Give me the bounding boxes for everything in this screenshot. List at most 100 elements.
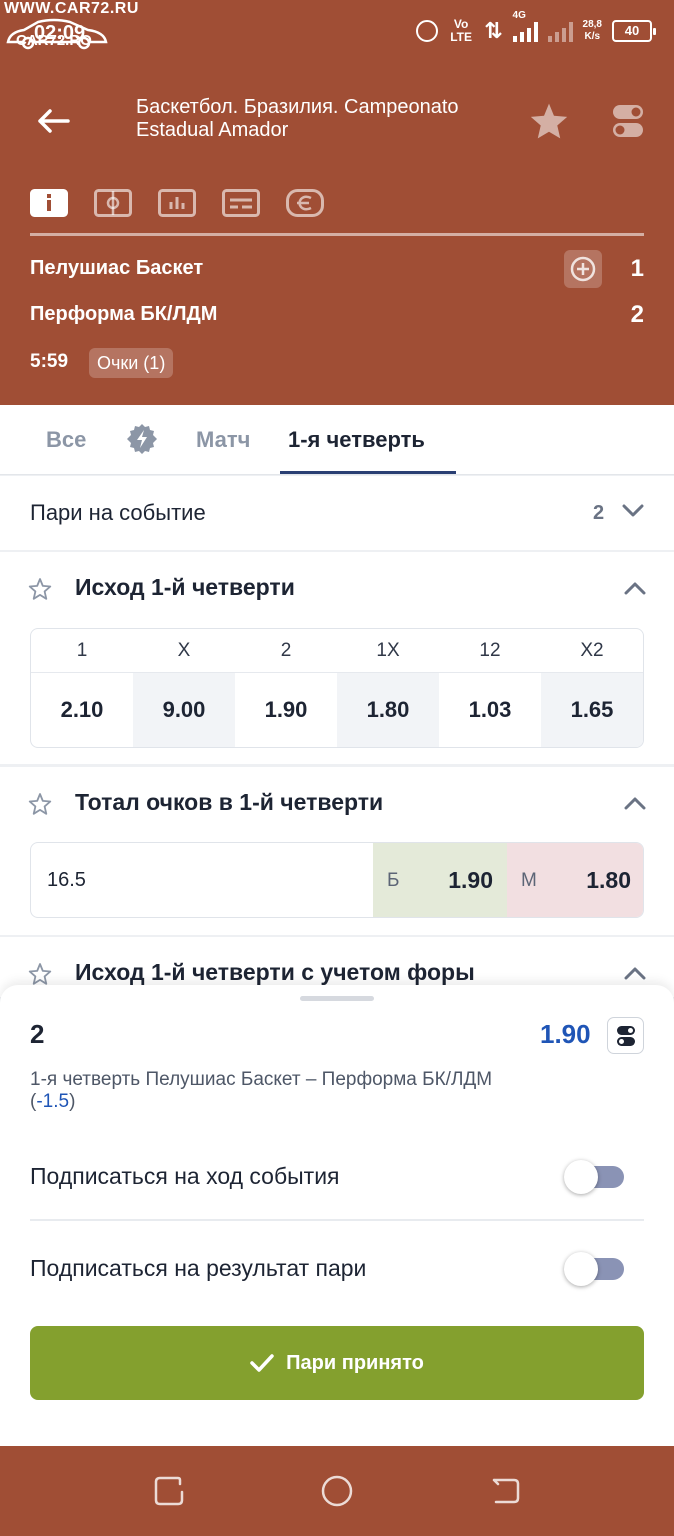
- chevron-down-icon: [622, 504, 644, 517]
- star-outline-icon[interactable]: [28, 577, 52, 601]
- subscribe-result-row: Подписаться на результат пари: [30, 1239, 644, 1299]
- handicap-value: -1.5: [36, 1091, 70, 1112]
- event-bets-row[interactable]: Пари на событие 2: [0, 476, 674, 550]
- odds-label: 2: [235, 629, 337, 673]
- odds-label: 12: [439, 629, 541, 673]
- tab-match[interactable]: Матч: [196, 427, 250, 453]
- team-away: Перформа БК/ЛДМ: [30, 303, 218, 325]
- team-home: Пелушиас Баскет: [30, 257, 204, 279]
- market-quarter-outcome: Исход 1-й четверти 1 2.10 X 9.00 2 1.90 …: [0, 552, 674, 764]
- bet-description-text: 1-я четверть Пелушиас Баскет – Перформа …: [30, 1069, 493, 1090]
- favorite-button[interactable]: [526, 98, 572, 144]
- net-type-label: 4G: [512, 10, 526, 21]
- handicap-close: ): [69, 1091, 76, 1112]
- subscribe-result-switch[interactable]: [564, 1252, 624, 1286]
- odds-cell-1[interactable]: 1 2.10: [31, 629, 133, 747]
- selected-odds: 1.90: [540, 1019, 591, 1049]
- header-divider: [30, 233, 644, 236]
- star-outline-icon[interactable]: [28, 962, 52, 986]
- score-home: 1: [630, 255, 644, 282]
- event-bets-count: 2: [593, 502, 605, 524]
- over-label: Б: [387, 870, 400, 891]
- volte-icon: Vo LTE: [450, 17, 472, 44]
- bet-settings-button[interactable]: [607, 1017, 644, 1054]
- toggles-icon: [616, 1025, 635, 1046]
- tab-all[interactable]: Все: [46, 427, 86, 453]
- lineup-icon: [222, 189, 260, 217]
- speed-value: 28,8: [582, 19, 602, 30]
- chevron-up-icon[interactable]: [624, 796, 646, 810]
- stats-icon: [158, 189, 196, 217]
- total-over-button[interactable]: Б 1.90: [373, 843, 507, 917]
- bet-accepted-button[interactable]: Пари принято: [30, 1326, 644, 1400]
- sheet-grabber[interactable]: [300, 996, 374, 1001]
- score-away: 2: [630, 301, 644, 328]
- system-nav-bar: [0, 1446, 674, 1536]
- settings-toggle-button[interactable]: [606, 100, 650, 142]
- odds-cell-x[interactable]: X 9.00: [133, 629, 235, 747]
- outcome-odds-grid: 1 2.10 X 9.00 2 1.90 1X 1.80 12 1.03 X2 …: [30, 628, 644, 748]
- odds-cell-12[interactable]: 12 1.03: [439, 629, 541, 747]
- divider: [30, 1219, 644, 1221]
- checkmark-icon: [250, 1354, 274, 1372]
- odds-value: 1.03: [468, 697, 512, 722]
- odds-label: 1: [31, 629, 133, 673]
- page-title: Баскетбол. Бразилия. Campeonato Estadual…: [136, 96, 459, 141]
- back-nav-icon[interactable]: [488, 1474, 522, 1508]
- bet-description: 1-я четверть Пелушиас Баскет – Перформа …: [30, 1069, 630, 1113]
- market-tabs: Все Матч 1-я четверть: [0, 405, 674, 475]
- status-bar: WWW.CAR72.RU 02:09 CAR72.RO Vo LTE ⇅ 4G …: [0, 0, 674, 66]
- odds-cell-2[interactable]: 2 1.90: [235, 629, 337, 747]
- signal-icon-2: [547, 20, 573, 42]
- home-icon[interactable]: [320, 1474, 354, 1508]
- subscribe-event-switch[interactable]: [564, 1160, 624, 1194]
- subscribe-event-label: Подписаться на ход события: [30, 1163, 340, 1189]
- odds-value: 1.65: [541, 673, 643, 747]
- odds-value: 1.80: [337, 673, 439, 747]
- tab-euro[interactable]: [286, 184, 324, 222]
- data-transfer-icon: ⇅: [484, 18, 503, 43]
- total-line: 16.5: [47, 869, 86, 891]
- subscribe-result-label: Подписаться на результат пари: [30, 1255, 367, 1281]
- odds-cell-1x[interactable]: 1X 1.80: [337, 629, 439, 747]
- signal-icon: 4G: [512, 10, 538, 42]
- odds-value: 1.90: [264, 697, 308, 722]
- tab-field[interactable]: [94, 184, 132, 222]
- total-under-button[interactable]: М 1.80: [507, 843, 643, 917]
- match-time: 5:59: [30, 351, 69, 372]
- arrow-left-icon: [38, 109, 70, 133]
- odds-label: X: [133, 629, 235, 673]
- plus-circle-icon: [570, 256, 596, 282]
- status-icons: Vo LTE ⇅ 4G 28,8 K/s 40: [416, 10, 656, 44]
- under-odds: 1.80: [586, 867, 631, 893]
- lightning-gear-icon: [127, 424, 157, 454]
- info-icon: [30, 189, 68, 217]
- star-outline-icon[interactable]: [28, 792, 52, 816]
- market-title: Исход 1-й четверти: [75, 574, 295, 600]
- speed-unit: K/s: [584, 31, 601, 42]
- active-tab-indicator: [280, 471, 456, 474]
- field-icon: [94, 189, 132, 217]
- bet-accepted-label: Пари принято: [286, 1351, 424, 1374]
- event-header: WWW.CAR72.RU 02:09 CAR72.RO Vo LTE ⇅ 4G …: [0, 0, 674, 405]
- add-score-button[interactable]: [564, 250, 602, 288]
- odds-cell-x2[interactable]: X2 1.65: [541, 629, 643, 747]
- network-speed: 28,8 K/s: [583, 19, 602, 43]
- bet-confirmation-sheet: 2 1.90 1-я четверть Пелушиас Баскет – Пе…: [0, 985, 674, 1446]
- recent-apps-icon[interactable]: [152, 1474, 186, 1508]
- back-button[interactable]: [30, 98, 76, 144]
- chevron-up-icon[interactable]: [624, 966, 646, 980]
- subscribe-event-row: Подписаться на ход события: [30, 1147, 644, 1207]
- market-title: Тотал очков в 1-й четверти: [75, 789, 384, 815]
- tab-stats[interactable]: [158, 184, 196, 222]
- switch-knob: [564, 1252, 598, 1286]
- over-odds: 1.90: [448, 867, 493, 893]
- toggles-icon: [613, 105, 643, 137]
- tab-lineup[interactable]: [222, 184, 260, 222]
- switch-knob: [564, 1160, 598, 1194]
- watermark-bottom: CAR72.RO: [16, 32, 92, 49]
- chevron-up-icon[interactable]: [624, 581, 646, 595]
- tab-first-quarter[interactable]: 1-я четверть: [288, 427, 425, 453]
- tab-live[interactable]: [126, 423, 158, 455]
- tab-info[interactable]: [30, 184, 68, 222]
